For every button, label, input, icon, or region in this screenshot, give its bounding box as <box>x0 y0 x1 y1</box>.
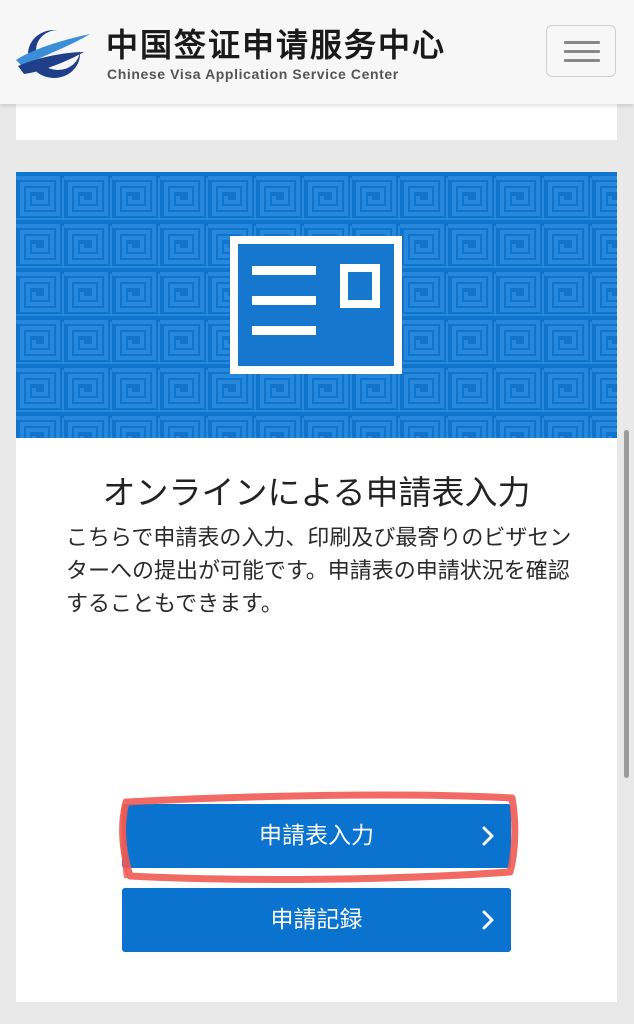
card-description: こちらで申請表の入力、印刷及び最寄りのビザセンターへの提出が可能です。申請表の申… <box>66 526 572 617</box>
visa-center-logo-icon[interactable] <box>14 22 92 82</box>
page-scrollbar[interactable] <box>624 430 629 778</box>
records-button-label: 申請記録 <box>270 907 363 933</box>
logo-title-english: Chinese Visa Application Service Center <box>107 66 399 82</box>
apply-button-label: 申請表入力 <box>259 823 374 849</box>
application-form-input-button[interactable]: 申請表入力 <box>122 804 511 868</box>
chevron-right-icon <box>482 910 494 930</box>
previous-card <box>16 104 617 140</box>
menu-toggle-button[interactable] <box>546 25 616 77</box>
application-records-button[interactable]: 申請記録 <box>122 888 511 952</box>
card-banner <box>16 172 617 438</box>
chevron-right-icon <box>482 826 494 846</box>
online-application-card: オンラインによる申請表入力 こちらで申請表の入力、印刷及び最寄りのビザセンターへ… <box>16 172 617 1002</box>
card-title: オンラインによる申請表入力 <box>102 473 531 512</box>
application-form-icon <box>230 236 402 374</box>
logo-title-chinese: 中国签证申请服务中心 <box>106 26 447 64</box>
site-header: 中国签证申请服务中心 Chinese Visa Application Serv… <box>0 0 634 104</box>
